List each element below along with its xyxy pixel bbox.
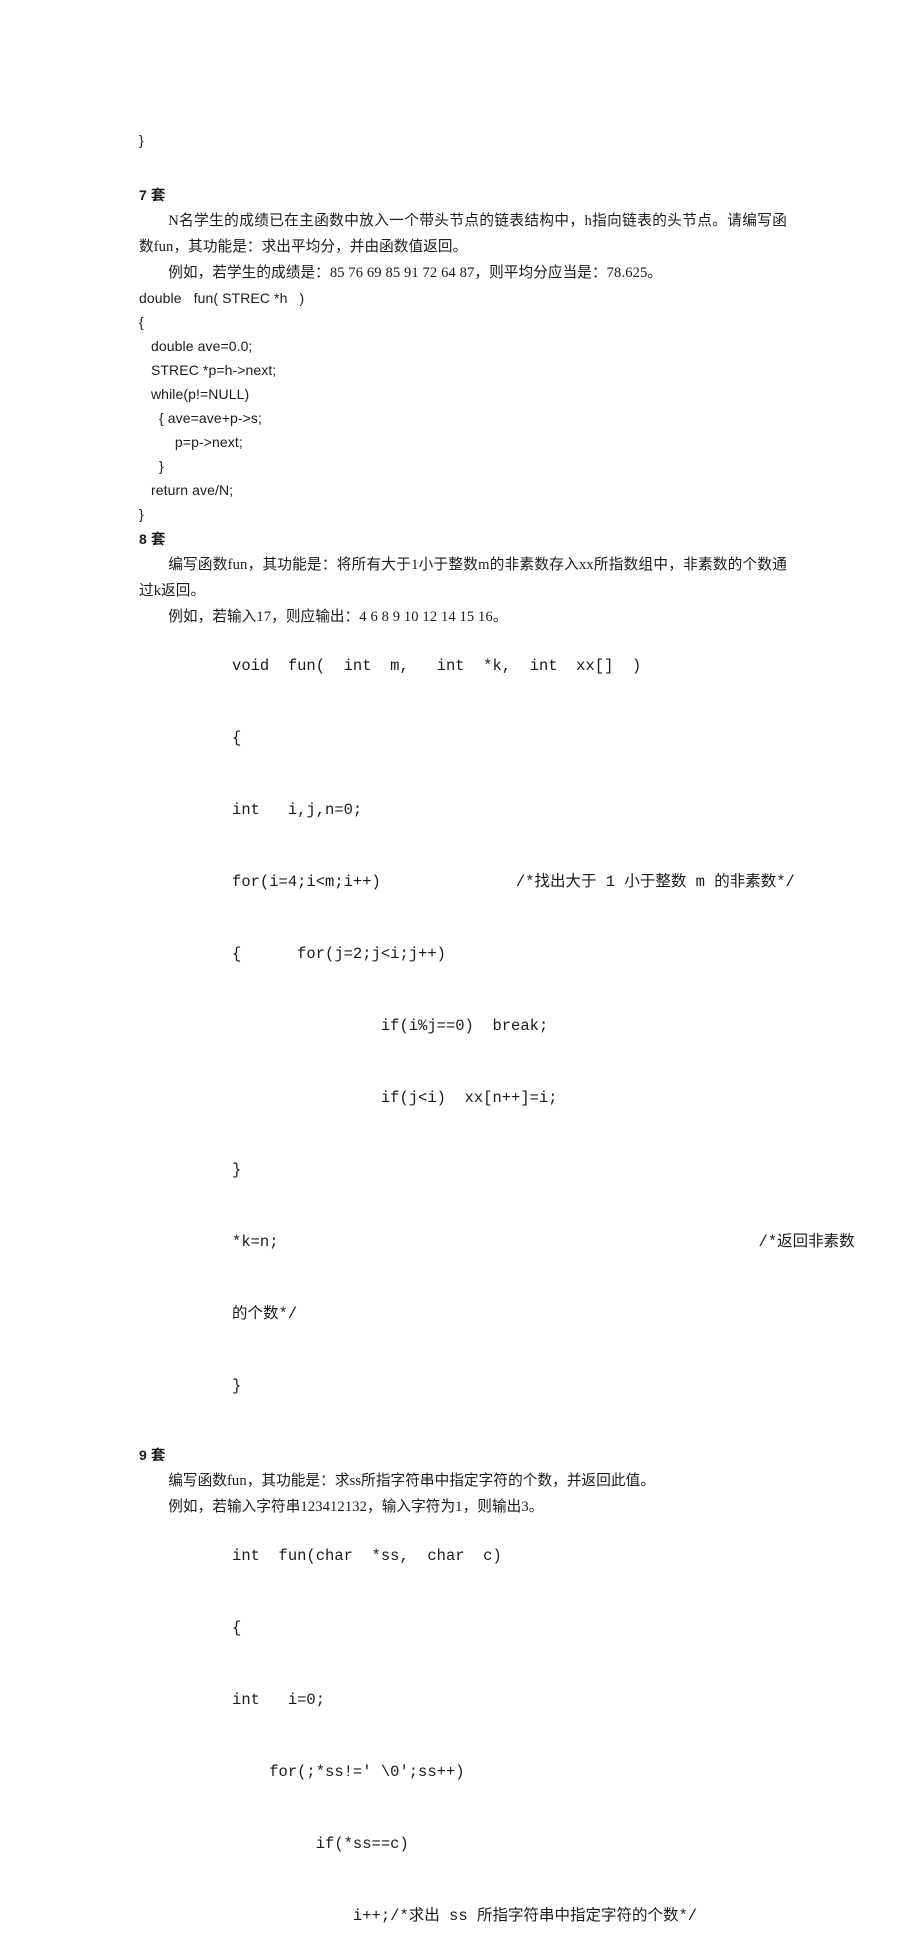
code-line: *k=n; /*返回非素数 [139,1206,855,1278]
code-text: i++;/*求出 ss 所指字符串中指定字符的个数*/ [232,1907,698,1925]
section-9-code-listing: int fun(char *ss, char c) { int i=0; for… [139,1520,787,1952]
code-line: { [139,702,787,774]
section-8-paragraph-2: 例如，若输入17，则应输出：4 6 8 9 10 12 14 15 16。 [168,609,508,625]
code-text: { for(j=2;j<i;j++) [232,945,446,963]
code-line: for(;*ss!=' \0';ss++) [139,1736,787,1808]
section-9-paragraph-1: 编写函数fun，其功能是：求ss所指字符串中指定字符的个数，并返回此值。 [168,1473,656,1489]
code-line: return ave/N; [139,482,234,498]
code-line: int fun(char *ss, char c) [139,1520,787,1592]
code-text: *k=n; [232,1233,279,1251]
section-7-code-listing: double fun( STREC *h ) { double ave=0.0;… [139,286,787,526]
section-set-7: 7 套 N名学生的成绩已在主函数中放入一个带头节点的链表结构中，h指向链表的头节… [139,182,787,526]
code-line: if(j<i) xx[n++]=i; [139,1062,787,1134]
code-text: for(;*ss!=' \0';ss++) [232,1763,465,1781]
document-page: } 7 套 N名学生的成绩已在主函数中放入一个带头节点的链表结构中，h指向链表的… [0,0,920,1925]
section-7-paragraph-2: 例如，若学生的成绩是：85 76 69 85 91 72 64 87，则平均分应… [168,265,663,281]
code-line: } [139,458,164,474]
code-text: if(j<i) xx[n++]=i; [232,1089,558,1107]
code-line: int i,j,n=0; [139,774,787,846]
code-line: if(i%j==0) break; [139,990,787,1062]
section-set-9: 9 套 编写函数fun，其功能是：求ss所指字符串中指定字符的个数，并返回此值。… [139,1442,787,1952]
code-text: } [232,1161,242,1179]
code-line: void fun( int m, int *k, int xx[] ) [139,630,787,702]
code-comment: /*返回非素数 [758,1233,855,1251]
code-comment-continuation: 的个数*/ [232,1305,298,1323]
code-text: for(i=4;i<m;i++) [232,873,381,891]
section-8-code-listing: void fun( int m, int *k, int xx[] ) { in… [139,630,855,1422]
code-comment: /*找出大于 1 小于整数 m 的非素数*/ [515,873,795,891]
code-line: while(p!=NULL) [139,386,250,402]
section-heading-set-9: 9 套 [139,1447,166,1463]
code-line: 的个数*/ [139,1278,787,1350]
section-heading-set-8: 8 套 [139,531,166,547]
code-line: int i=0; [139,1664,787,1736]
code-text: int i,j,n=0; [232,801,363,819]
section-9-paragraph-2: 例如，若输入字符串123412132，输入字符为1，则输出3。 [168,1499,544,1515]
code-text: } [232,1377,242,1395]
code-text: { [232,729,242,747]
code-text: if(i%j==0) break; [232,1017,549,1035]
code-line: { for(j=2;j<i;j++) [139,918,787,990]
code-line: double ave=0.0; [139,338,253,354]
code-line: STREC *p=h->next; [139,362,277,378]
code-line: { [139,1592,787,1664]
code-text: void fun( int m, int *k, int xx[] ) [232,657,642,675]
code-line: { ave=ave+p->s; [139,410,263,426]
code-line: } [139,1134,787,1206]
code-text: if(*ss==c) [232,1835,409,1853]
code-line: for(i=4;i<m;i++) /*找出大于 1 小于整数 m 的非素数*/ [139,846,795,918]
page-content: } 7 套 N名学生的成绩已在主函数中放入一个带头节点的链表结构中，h指向链表的… [139,128,855,1952]
orphan-closing-brace: } [139,132,144,148]
code-text: int i=0; [232,1691,326,1709]
section-8-paragraph-1: 编写函数fun，其功能是：将所有大于1小于整数m的非素数存入xx所指数组中，非素… [139,557,787,599]
code-text: { [232,1619,242,1637]
code-line: double fun( STREC *h ) [139,290,305,306]
section-heading-set-7: 7 套 [139,187,166,203]
code-text: int fun(char *ss, char c) [232,1547,502,1565]
code-line: } [139,506,144,522]
code-line: i++;/*求出 ss 所指字符串中指定字符的个数*/ [139,1880,787,1952]
code-line: if(*ss==c) [139,1808,787,1880]
section-7-paragraph-1: N名学生的成绩已在主函数中放入一个带头节点的链表结构中，h指向链表的头节点。请编… [139,213,787,255]
code-line: { [139,314,144,330]
code-line: } [139,1350,787,1422]
code-line: p=p->next; [139,434,243,450]
section-set-8: 8 套 编写函数fun，其功能是：将所有大于1小于整数m的非素数存入xx所指数组… [139,526,855,1422]
